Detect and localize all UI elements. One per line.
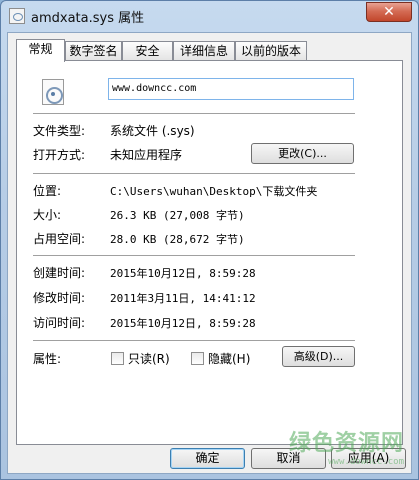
size-value: 26.3 KB (27,008 字节)	[110, 209, 245, 222]
advanced-button[interactable]: 高级(D)...	[282, 346, 355, 367]
attributes-label: 属性:	[33, 352, 62, 366]
separator	[33, 340, 355, 342]
location-label: 位置:	[33, 184, 62, 198]
size-on-disk-label: 占用空间:	[33, 232, 86, 246]
dialog-client: 常规 数字签名 安全 详细信息 以前的版本 www.downcc.com 文件类…	[7, 32, 412, 474]
watermark-url: www.downcc.com	[328, 457, 404, 467]
opens-with-value: 未知应用程序	[110, 148, 183, 162]
file-type-value: 系统文件 (.sys)	[110, 124, 195, 138]
created-label: 创建时间:	[33, 266, 86, 280]
separator	[33, 255, 355, 257]
opens-with-label: 打开方式:	[33, 148, 86, 162]
accessed-value: 2015年10月12日, 8:59:28	[110, 317, 256, 330]
hidden-checkbox[interactable]	[191, 352, 204, 365]
close-button[interactable]: ✕	[366, 2, 412, 22]
tab-previous-versions[interactable]: 以前的版本	[235, 41, 307, 61]
size-label: 大小:	[33, 208, 62, 222]
readonly-label[interactable]: 只读(R)	[128, 350, 170, 367]
accessed-label: 访问时间:	[33, 316, 86, 330]
created-value: 2015年10月12日, 8:59:28	[110, 267, 256, 280]
change-button[interactable]: 更改(C)...	[251, 143, 354, 164]
separator	[33, 173, 355, 175]
file-name-input[interactable]: www.downcc.com	[108, 78, 354, 100]
file-icon	[9, 8, 25, 24]
hidden-label[interactable]: 隐藏(H)	[208, 350, 250, 367]
ok-button[interactable]: 确定	[170, 448, 245, 469]
tab-general[interactable]: 常规	[16, 39, 65, 62]
properties-window: amdxata.sys 属性 ✕ 常规 数字签名 安全 详细信息 以前的版本 w…	[0, 0, 419, 480]
size-on-disk-value: 28.0 KB (28,672 字节)	[110, 233, 245, 246]
modified-label: 修改时间:	[33, 291, 86, 305]
readonly-checkbox[interactable]	[111, 352, 124, 365]
watermark-text: 绿色资源网	[288, 431, 404, 456]
separator	[33, 113, 355, 115]
location-value: C:\Users\wuhan\Desktop\下载文件夹	[110, 185, 318, 198]
modified-value: 2011年3月11日, 14:41:12	[110, 292, 256, 305]
watermark-logo: 绿色资源网 www.downcc.com	[289, 425, 404, 467]
title-bar[interactable]: amdxata.sys 属性 ✕	[1, 1, 418, 31]
file-type-label: 文件类型:	[33, 124, 86, 138]
window-title: amdxata.sys 属性	[31, 11, 145, 26]
system-file-icon	[42, 79, 64, 105]
general-panel: www.downcc.com 文件类型: 系统文件 (.sys) 打开方式: 未…	[16, 60, 403, 445]
tab-digital-signatures[interactable]: 数字签名	[65, 41, 122, 61]
tab-security[interactable]: 安全	[122, 41, 173, 61]
tab-details[interactable]: 详细信息	[173, 41, 235, 61]
